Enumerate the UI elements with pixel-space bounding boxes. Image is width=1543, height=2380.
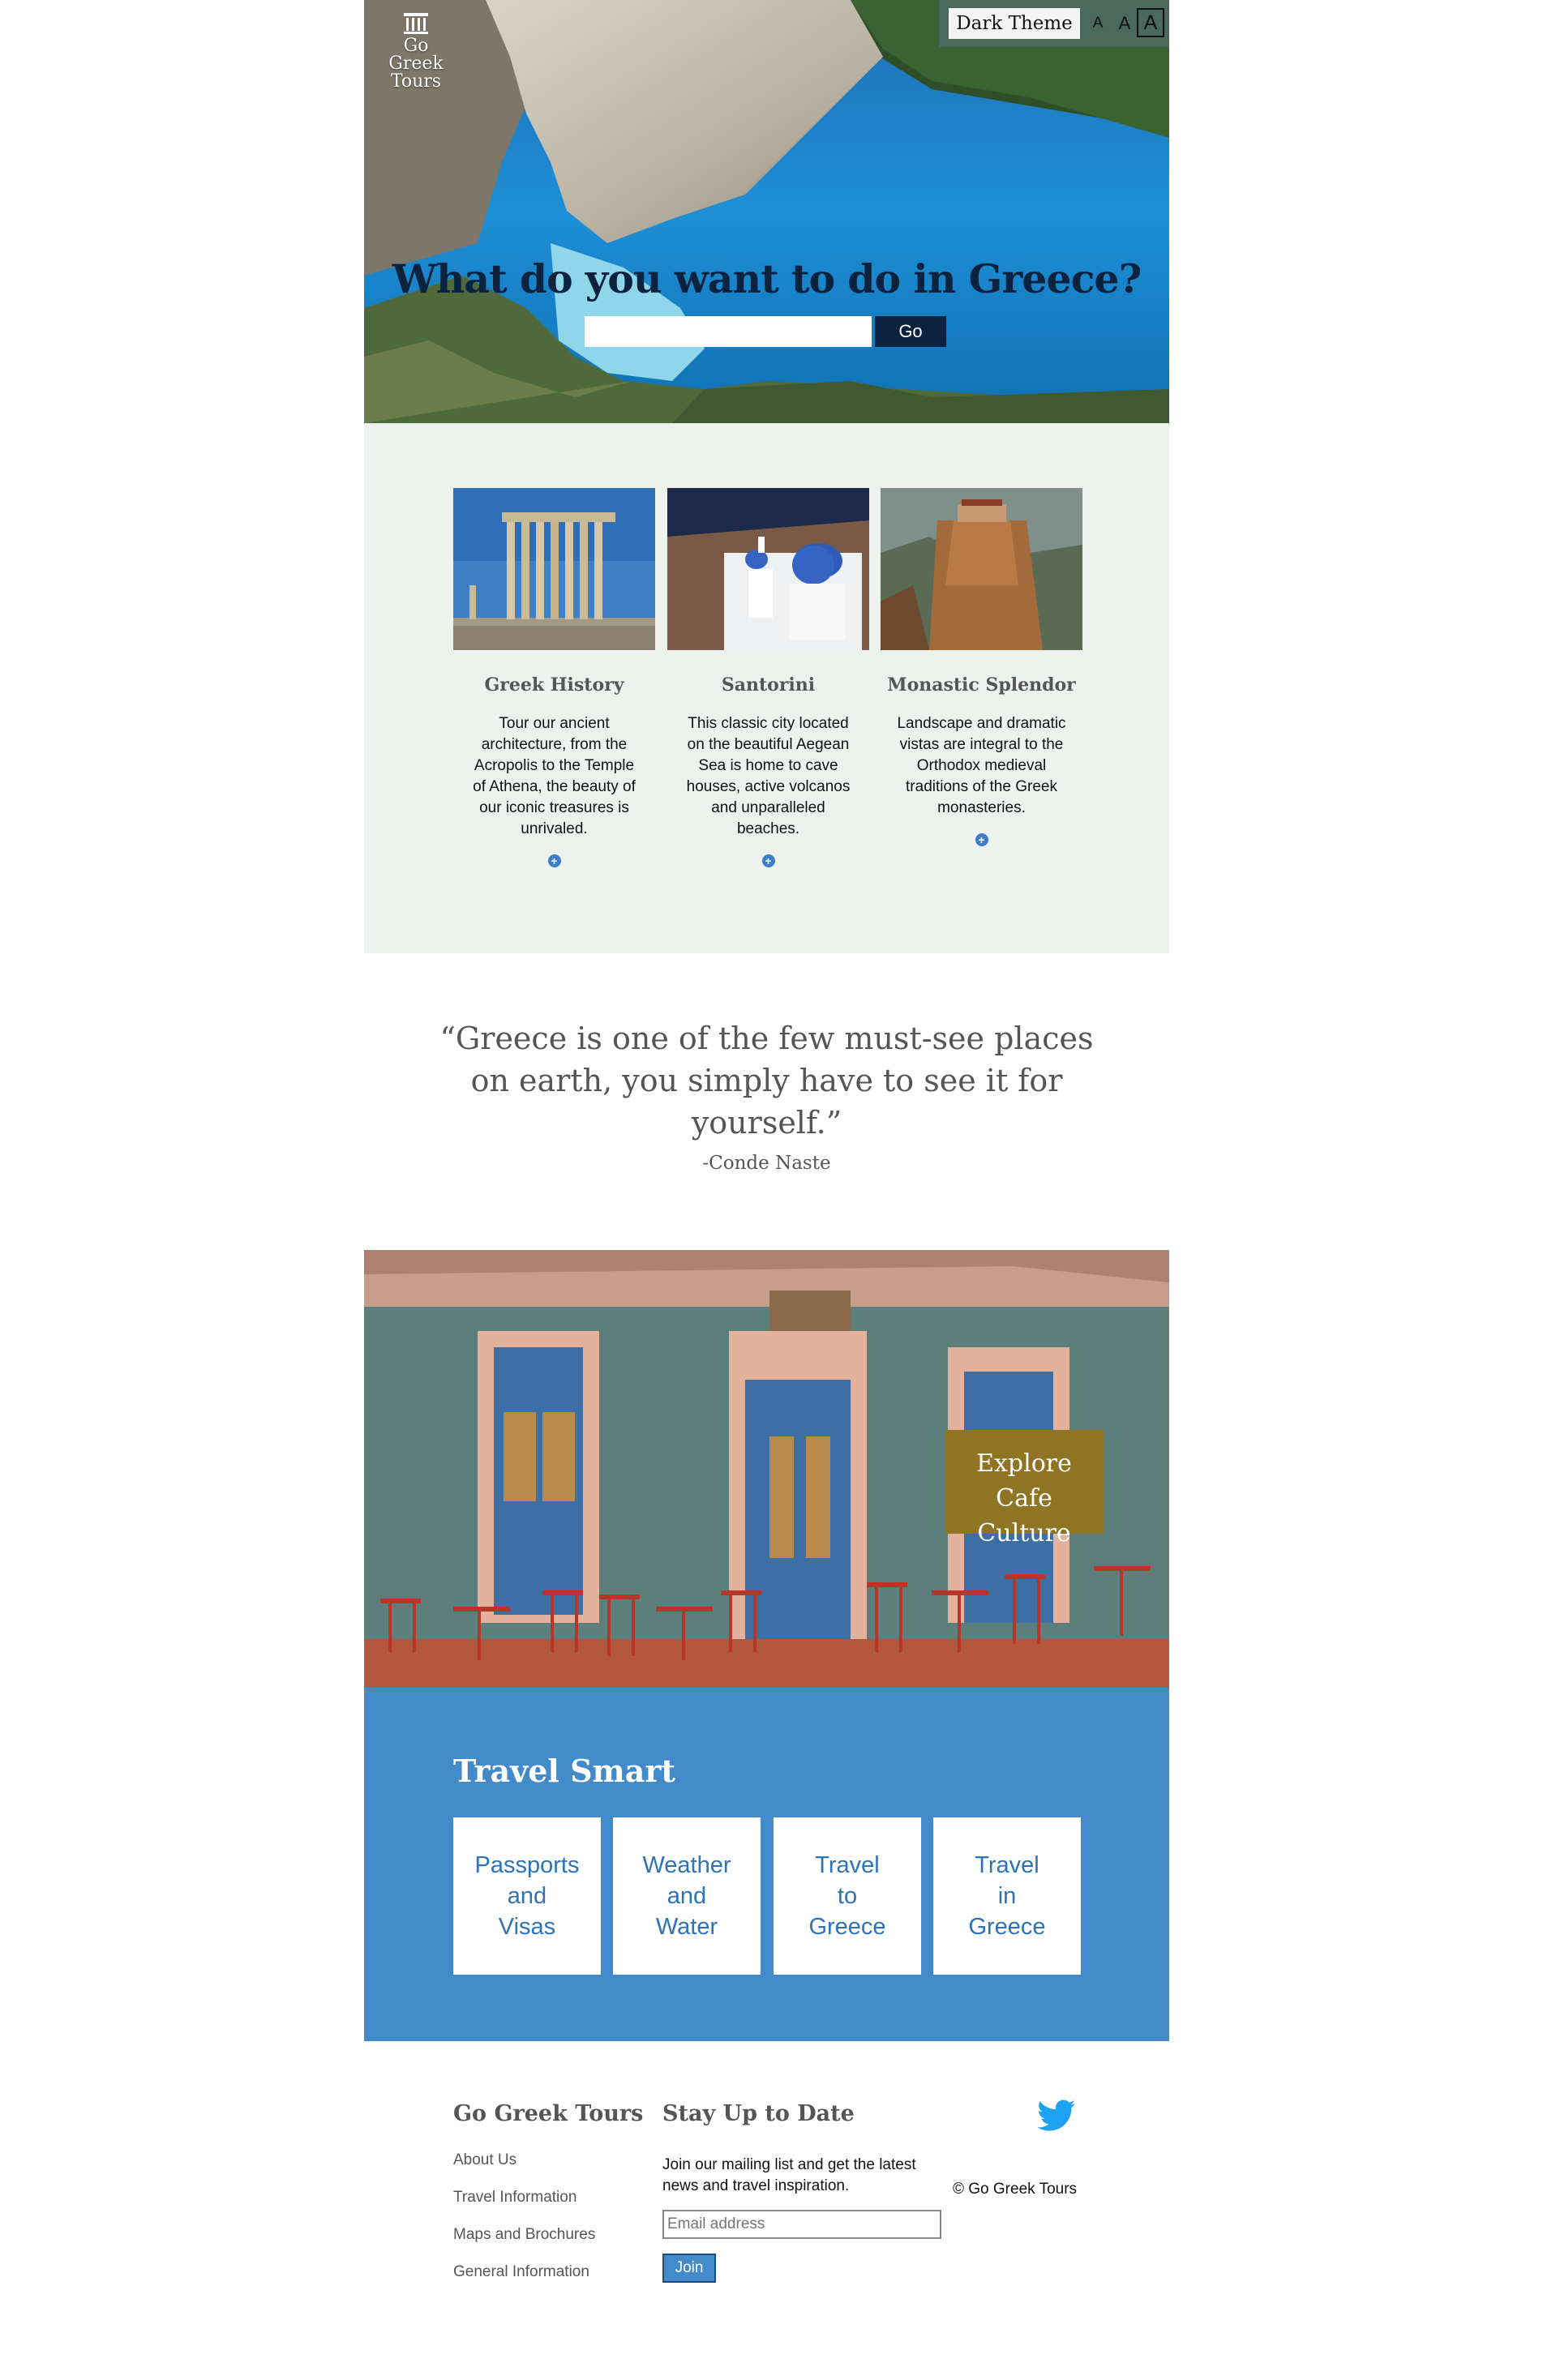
tile-line: Greece bbox=[968, 1914, 1046, 1940]
tile-passports-and-visas[interactable]: Passports and Visas bbox=[453, 1817, 601, 1975]
site-footer: Go Greek Tours About Us Travel Informati… bbox=[364, 2041, 1169, 2380]
card-description: This classic city located on the beautif… bbox=[686, 715, 851, 837]
logo-text: Go Greek Tours bbox=[388, 36, 444, 92]
card-image-monastery[interactable] bbox=[881, 488, 1082, 650]
travel-smart-section: Travel Smart Passports and Visas Weather… bbox=[364, 1688, 1169, 2041]
hero-title: What do you want to do in Greece? bbox=[392, 255, 1142, 302]
email-field[interactable] bbox=[662, 2210, 941, 2239]
quote-source: -Conde Naste bbox=[702, 1153, 831, 1174]
plus-circle-icon[interactable]: + bbox=[547, 854, 561, 867]
tile-travel-in-greece[interactable]: Travel in Greece bbox=[933, 1817, 1081, 1975]
join-button[interactable]: Join bbox=[662, 2254, 716, 2283]
tile-line: in bbox=[997, 1883, 1017, 1909]
newsletter-title: Stay Up to Date bbox=[662, 2101, 855, 2126]
tile-line: Passports bbox=[474, 1852, 580, 1878]
card-title: Monastic Splendor bbox=[887, 674, 1076, 696]
card-description: Landscape and dramatic vistas are integr… bbox=[897, 715, 1066, 816]
tile-line: and bbox=[666, 1883, 707, 1909]
card-monastic-splendor: Monastic Splendor Landscape and dramatic… bbox=[881, 488, 1082, 848]
card-image-temple[interactable] bbox=[453, 488, 655, 650]
plus-circle-icon[interactable]: + bbox=[975, 833, 988, 846]
destinations-section: Greek History Tour our ancient architect… bbox=[364, 423, 1169, 953]
tile-line: Water bbox=[655, 1914, 718, 1940]
font-size-medium-button[interactable]: A bbox=[1116, 13, 1134, 34]
card-greek-history: Greek History Tour our ancient architect… bbox=[453, 488, 655, 869]
card-title: Greek History bbox=[484, 674, 624, 696]
accessibility-bar: Dark Theme A A A bbox=[939, 0, 1169, 47]
twitter-bird-icon[interactable] bbox=[1037, 2100, 1076, 2132]
copyright: © Go Greek Tours bbox=[953, 2181, 1078, 2198]
tile-weather-and-water[interactable]: Weather and Water bbox=[613, 1817, 761, 1975]
card-title: Santorini bbox=[721, 674, 816, 696]
cta-line-2: Culture bbox=[977, 1519, 1071, 1547]
footer-brand-title: Go Greek Tours bbox=[453, 2101, 644, 2126]
tile-line: Visas bbox=[498, 1914, 556, 1940]
tile-travel-to-greece[interactable]: Travel to Greece bbox=[774, 1817, 921, 1975]
dark-theme-button[interactable]: Dark Theme bbox=[949, 8, 1080, 39]
tile-line: and bbox=[507, 1883, 547, 1909]
footer-link-general-info[interactable]: General Information bbox=[453, 2263, 589, 2281]
search-go-button[interactable]: Go bbox=[875, 316, 946, 347]
card-santorini: Santorini This classic city located on t… bbox=[667, 488, 869, 869]
card-image-santorini[interactable] bbox=[667, 488, 869, 650]
tile-line: Travel bbox=[975, 1852, 1039, 1878]
hero-banner: Go Greek Tours Dark Theme A A A What do … bbox=[364, 0, 1169, 423]
footer-link-about[interactable]: About Us bbox=[453, 2151, 516, 2169]
testimonial-quote: “Greece is one of the few must-see place… bbox=[439, 1021, 1094, 1141]
newsletter-text: Join our mailing list and get the latest… bbox=[662, 2156, 916, 2194]
page: Go Greek Tours Dark Theme A A A What do … bbox=[364, 0, 1169, 2380]
hero-image bbox=[364, 0, 1169, 423]
font-size-large-button[interactable]: A bbox=[1137, 8, 1164, 37]
font-size-small-button[interactable]: A bbox=[1090, 15, 1106, 32]
explore-cafe-culture-link[interactable]: Explore Cafe Culture bbox=[945, 1430, 1104, 1547]
footer-link-maps[interactable]: Maps and Brochures bbox=[453, 2226, 595, 2244]
column-temple-icon bbox=[404, 13, 428, 34]
search-input[interactable] bbox=[585, 316, 872, 347]
site-logo[interactable]: Go Greek Tours bbox=[375, 11, 456, 91]
tile-line: Weather bbox=[642, 1852, 731, 1878]
cafe-culture-banner: Explore Cafe Culture bbox=[364, 1250, 1169, 1688]
tile-line: Travel bbox=[815, 1852, 880, 1878]
tile-line: Greece bbox=[808, 1914, 886, 1940]
card-description: Tour our ancient architecture, from the … bbox=[473, 715, 636, 837]
plus-circle-icon[interactable]: + bbox=[761, 854, 775, 867]
tile-line: to bbox=[837, 1883, 858, 1909]
cta-line-1: Explore Cafe bbox=[976, 1449, 1072, 1513]
footer-link-travel-info[interactable]: Travel Information bbox=[453, 2189, 576, 2207]
section-title: Travel Smart bbox=[453, 1753, 675, 1789]
